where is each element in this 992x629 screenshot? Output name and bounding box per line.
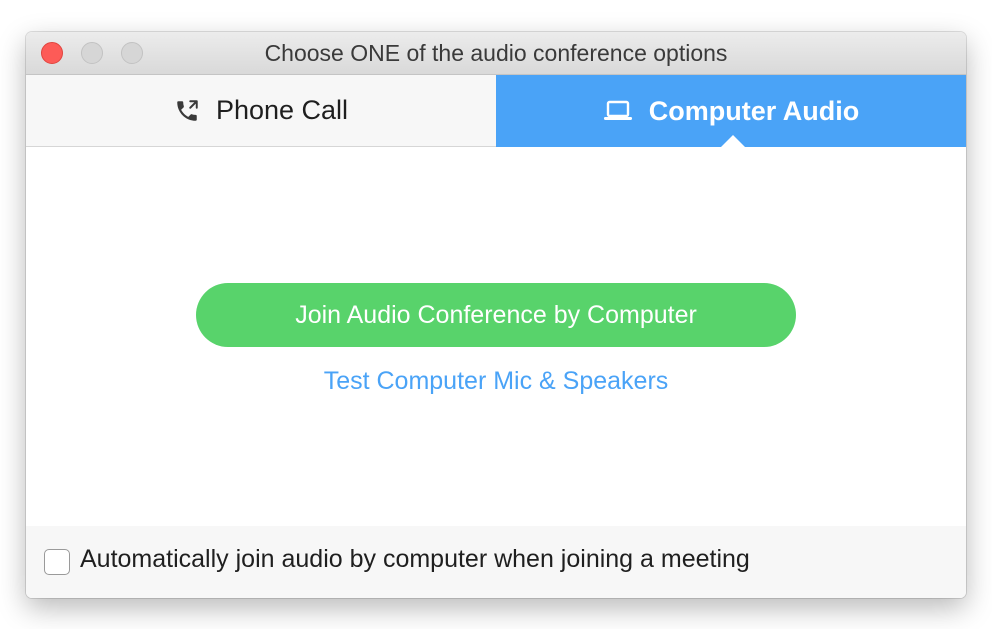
- computer-audio-panel: Join Audio Conference by Computer Test C…: [26, 147, 966, 526]
- tab-phone-call[interactable]: Phone Call: [26, 75, 496, 147]
- join-audio-by-computer-button[interactable]: Join Audio Conference by Computer: [196, 283, 796, 347]
- window-title: Choose ONE of the audio conference optio…: [264, 40, 728, 66]
- footer: Automatically join audio by computer whe…: [26, 526, 966, 598]
- audio-tabs: Phone Call Computer Audio: [26, 75, 966, 147]
- audio-options-window: Choose ONE of the audio conference optio…: [26, 32, 966, 598]
- tab-computer-audio-label: Computer Audio: [648, 95, 860, 126]
- selected-tab-caret: [721, 135, 745, 147]
- tab-phone-call-label: Phone Call: [215, 95, 349, 125]
- test-mic-speakers-link[interactable]: Test Computer Mic & Speakers: [26, 367, 966, 396]
- laptop-icon: [603, 99, 633, 123]
- phone-icon: [174, 98, 200, 124]
- auto-join-label[interactable]: Automatically join audio by computer whe…: [80, 545, 750, 574]
- auto-join-checkbox[interactable]: [44, 549, 70, 575]
- title-bar[interactable]: Choose ONE of the audio conference optio…: [26, 32, 966, 75]
